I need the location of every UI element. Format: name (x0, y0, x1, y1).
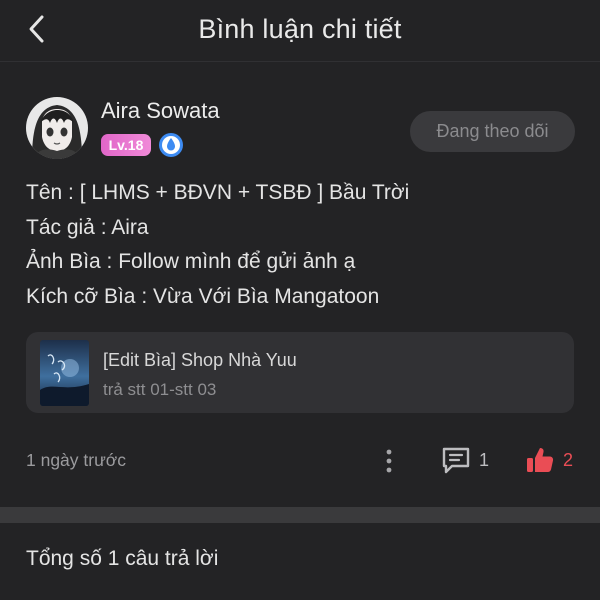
thumbs-up-icon (527, 448, 554, 472)
following-button[interactable]: Đang theo dõi (410, 111, 575, 152)
comment-line: Tác giả : Aira (26, 215, 149, 239)
vertical-dots-icon (386, 449, 392, 473)
reply-count: 1 (479, 450, 490, 470)
reply-button[interactable] (440, 444, 472, 476)
more-options-button[interactable] (380, 446, 398, 476)
book-cover (40, 340, 89, 406)
water-drop-badge-icon (158, 132, 184, 158)
avatar[interactable] (26, 97, 88, 159)
comment-line: Tên : [ LHMS + BĐVN + TSBĐ ] Bầu Trời (26, 181, 410, 204)
level-badge: Lv.18 (101, 134, 151, 156)
comment-line: Ảnh Bìa : Follow mình để gửi ảnh ạ (26, 250, 356, 273)
page-title: Bình luận chi tiết (198, 14, 402, 44)
username[interactable]: Aira Sowata (101, 98, 220, 124)
linked-work-subtitle: trả stt 01-stt 03 (103, 380, 217, 399)
linked-work-card[interactable]: [Edit Bìa] Shop Nhà Yuu trả stt 01-stt 0… (26, 332, 574, 413)
comment-bubble-icon (442, 447, 470, 474)
comment-body: Tên : [ LHMS + BĐVN + TSBĐ ] Bầu Trời Tá… (26, 176, 409, 314)
like-button[interactable] (524, 444, 556, 476)
total-replies: Tổng số 1 câu trả lời (26, 547, 219, 570)
anime-girl-avatar-icon (26, 97, 88, 159)
section-divider (0, 507, 600, 523)
comment-line: Kích cỡ Bìa : Vừa Với Bìa Mangatoon (26, 284, 380, 308)
comment-timestamp: 1 ngày trước (26, 450, 127, 470)
linked-work-title: [Edit Bìa] Shop Nhà Yuu (103, 350, 297, 370)
like-count: 2 (563, 450, 574, 470)
top-bar: Bình luận chi tiết (0, 0, 600, 62)
